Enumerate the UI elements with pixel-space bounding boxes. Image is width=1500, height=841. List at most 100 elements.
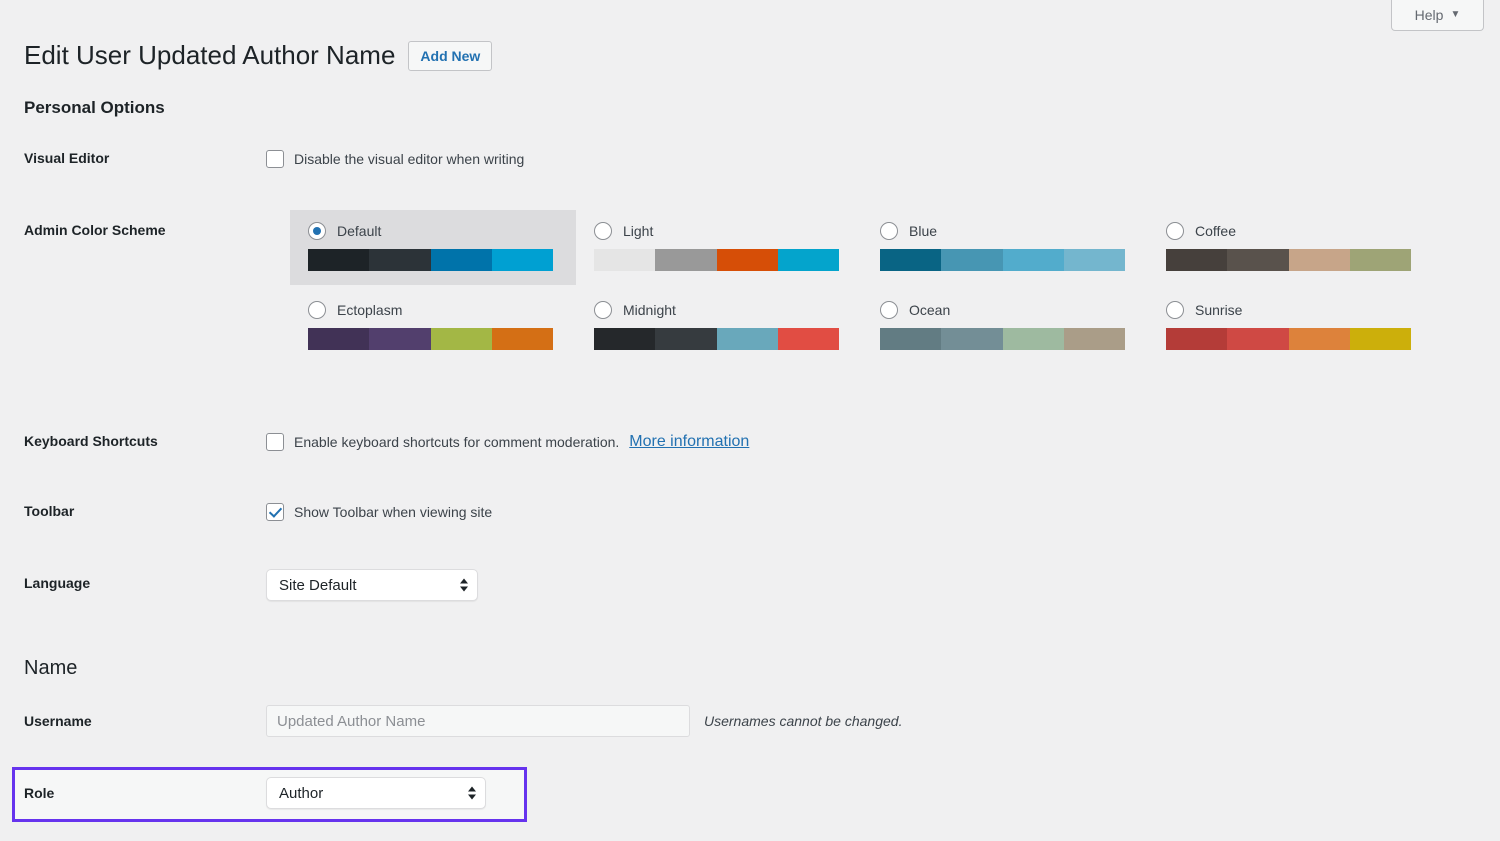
- field-role: Author: [266, 777, 1500, 809]
- palette-swatch-1: [941, 328, 1002, 350]
- palette-swatch-2: [1289, 328, 1350, 350]
- color-scheme-option-default[interactable]: Default: [290, 210, 576, 285]
- palette-swatch-3: [1064, 328, 1125, 350]
- color-scheme-option-midnight[interactable]: Midnight: [576, 289, 862, 364]
- palette-swatch-2: [1003, 328, 1064, 350]
- language-select-value: Site Default: [279, 577, 357, 594]
- row-toolbar: Toolbar Show Toolbar when viewing site: [0, 503, 1500, 521]
- keyboard-shortcuts-checkbox[interactable]: [266, 433, 284, 451]
- color-scheme-option-coffee[interactable]: Coffee: [1148, 210, 1434, 285]
- radio-coffee[interactable]: [1166, 222, 1184, 240]
- palette-swatch-2: [431, 328, 492, 350]
- role-select[interactable]: Author: [266, 777, 486, 809]
- label-keyboard-shortcuts: Keyboard Shortcuts: [0, 433, 266, 451]
- palette-swatch-0: [308, 249, 369, 271]
- palette-swatch-3: [1064, 249, 1125, 271]
- color-scheme-palette: [880, 249, 1125, 271]
- color-scheme-palette: [594, 328, 839, 350]
- more-information-link[interactable]: More information: [629, 433, 749, 451]
- color-scheme-option-ocean[interactable]: Ocean: [862, 289, 1148, 364]
- color-scheme-palette: [308, 328, 553, 350]
- palette-swatch-3: [492, 249, 553, 271]
- color-scheme-palette: [308, 249, 553, 271]
- username-note: Usernames cannot be changed.: [704, 713, 902, 729]
- color-scheme-label: Midnight: [623, 302, 676, 318]
- radio-default[interactable]: [308, 222, 326, 240]
- palette-swatch-3: [778, 249, 839, 271]
- palette-swatch-1: [1227, 249, 1288, 271]
- field-toolbar: Show Toolbar when viewing site: [266, 503, 1500, 521]
- color-scheme-head: Blue: [880, 222, 1148, 240]
- color-scheme-option-sunrise[interactable]: Sunrise: [1148, 289, 1434, 364]
- radio-blue[interactable]: [880, 222, 898, 240]
- color-scheme-head: Default: [308, 222, 576, 240]
- palette-swatch-0: [594, 249, 655, 271]
- color-scheme-option-blue[interactable]: Blue: [862, 210, 1148, 285]
- toolbar-checkbox[interactable]: [266, 503, 284, 521]
- palette-swatch-1: [655, 249, 716, 271]
- help-label: Help: [1415, 7, 1444, 23]
- visual-editor-checkbox-label: Disable the visual editor when writing: [294, 151, 524, 167]
- color-scheme-head: Ectoplasm: [308, 301, 576, 319]
- color-scheme-palette: [880, 328, 1125, 350]
- palette-swatch-1: [369, 249, 430, 271]
- color-scheme-label: Ocean: [909, 302, 950, 318]
- label-admin-color-scheme: Admin Color Scheme: [0, 222, 266, 238]
- color-scheme-label: Light: [623, 223, 653, 239]
- color-scheme-head: Light: [594, 222, 862, 240]
- page-title-row: Edit User Updated Author Name Add New: [24, 22, 492, 91]
- row-keyboard-shortcuts: Keyboard Shortcuts Enable keyboard short…: [0, 433, 1500, 451]
- radio-ectoplasm[interactable]: [308, 301, 326, 319]
- palette-swatch-3: [1350, 328, 1411, 350]
- keyboard-shortcuts-checkbox-line[interactable]: Enable keyboard shortcuts for comment mo…: [266, 433, 1500, 451]
- language-select[interactable]: Site Default: [266, 569, 478, 601]
- radio-light[interactable]: [594, 222, 612, 240]
- radio-sunrise[interactable]: [1166, 301, 1184, 319]
- palette-swatch-2: [717, 328, 778, 350]
- label-role: Role: [0, 785, 266, 801]
- username-input: Updated Author Name: [266, 705, 690, 737]
- palette-swatch-3: [778, 328, 839, 350]
- section-heading-name: Name: [24, 657, 77, 680]
- color-scheme-label: Default: [337, 223, 381, 239]
- palette-swatch-1: [1227, 328, 1288, 350]
- row-username: Username Updated Author Name Usernames c…: [0, 705, 1500, 737]
- color-scheme-label: Coffee: [1195, 223, 1236, 239]
- add-new-button[interactable]: Add New: [408, 41, 492, 71]
- radio-midnight[interactable]: [594, 301, 612, 319]
- palette-swatch-3: [1350, 249, 1411, 271]
- chevron-down-icon: ▼: [1450, 10, 1460, 20]
- palette-swatch-0: [594, 328, 655, 350]
- color-scheme-label: Sunrise: [1195, 302, 1242, 318]
- row-visual-editor: Visual Editor Disable the visual editor …: [0, 150, 1500, 168]
- color-scheme-head: Ocean: [880, 301, 1148, 319]
- help-button[interactable]: Help ▼: [1391, 0, 1484, 31]
- palette-swatch-2: [1289, 249, 1350, 271]
- row-language: Language Site Default: [0, 569, 1500, 601]
- label-visual-editor: Visual Editor: [0, 150, 266, 168]
- toolbar-checkbox-line[interactable]: Show Toolbar when viewing site: [266, 503, 1500, 521]
- palette-swatch-0: [308, 328, 369, 350]
- palette-swatch-2: [1003, 249, 1064, 271]
- visual-editor-checkbox[interactable]: [266, 150, 284, 168]
- color-scheme-option-ectoplasm[interactable]: Ectoplasm: [290, 289, 576, 364]
- palette-swatch-0: [880, 328, 941, 350]
- color-scheme-head: Coffee: [1166, 222, 1434, 240]
- section-heading-personal-options: Personal Options: [24, 98, 165, 118]
- color-scheme-palette: [1166, 328, 1411, 350]
- radio-ocean[interactable]: [880, 301, 898, 319]
- label-username: Username: [0, 713, 266, 729]
- color-scheme-palette: [1166, 249, 1411, 271]
- color-scheme-head: Midnight: [594, 301, 862, 319]
- label-toolbar: Toolbar: [0, 503, 266, 521]
- color-scheme-option-light[interactable]: Light: [576, 210, 862, 285]
- palette-swatch-0: [880, 249, 941, 271]
- palette-swatch-2: [717, 249, 778, 271]
- color-scheme-palette: [594, 249, 839, 271]
- select-stepper-icon: [468, 787, 476, 800]
- visual-editor-checkbox-line[interactable]: Disable the visual editor when writing: [266, 150, 1500, 168]
- row-role: Role Author: [0, 777, 1500, 809]
- palette-swatch-1: [655, 328, 716, 350]
- palette-swatch-3: [492, 328, 553, 350]
- palette-swatch-2: [431, 249, 492, 271]
